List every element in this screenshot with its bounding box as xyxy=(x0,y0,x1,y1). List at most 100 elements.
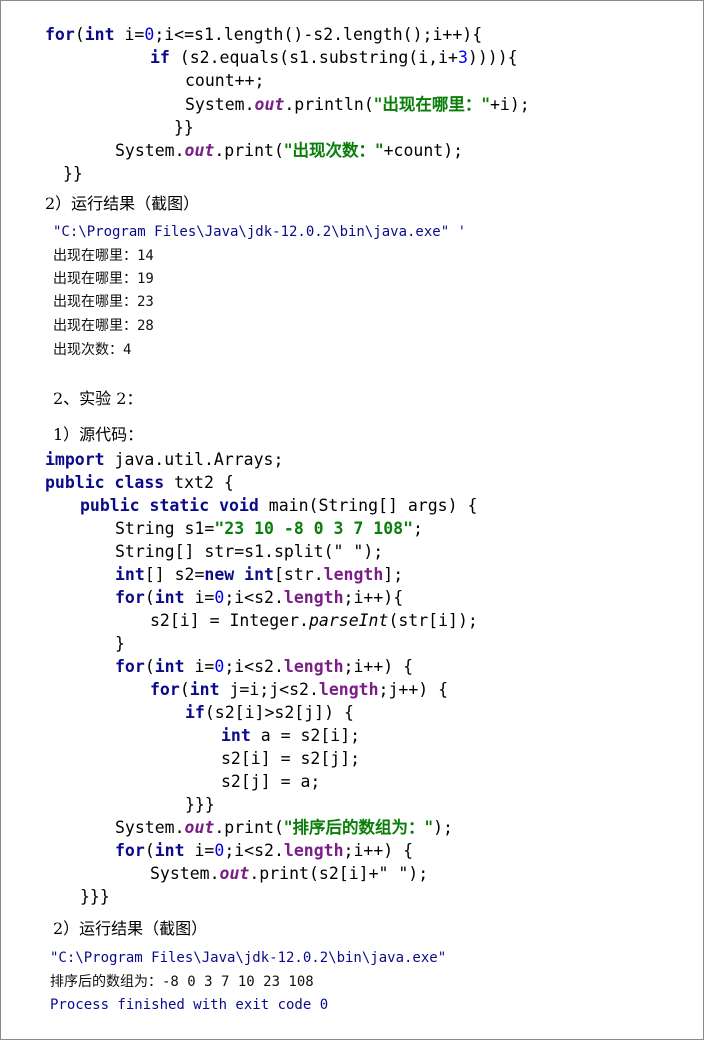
code-text: [str. xyxy=(273,565,324,584)
code-line-count: count++; xyxy=(185,71,265,90)
number-literal: 0 xyxy=(144,25,155,44)
code-line-split: String[] str=s1.split(" "); xyxy=(115,542,384,561)
keyword: public xyxy=(45,473,105,492)
console-label: 排序后的数组为： xyxy=(50,974,162,990)
code-text: i= xyxy=(184,841,215,860)
section-heading-source-code: 1）源代码： xyxy=(53,425,144,444)
code-text: ;i<s2. xyxy=(224,841,284,860)
code-line-for-inner: for(int j=i;j<s2.length;j++) { xyxy=(150,678,448,701)
screenshot-cut-edge xyxy=(49,363,379,369)
code-text: ); xyxy=(433,818,453,837)
code-text: +i); xyxy=(489,95,530,114)
code-line-if: if (s2.equals(s1.substring(i,i+3)))){ xyxy=(150,46,518,69)
string-literal: "23 10 -8 0 3 7 108" xyxy=(214,519,414,538)
keyword: import xyxy=(45,450,105,469)
string-literal: "出现次数：" xyxy=(283,141,384,160)
code-text: j=i;j<s2. xyxy=(219,680,319,699)
number-literal: 0 xyxy=(214,588,225,607)
code-text: [] s2= xyxy=(144,565,205,584)
code-line-swap-a: int a = s2[i]; xyxy=(221,724,360,747)
code-line-s1: String s1="23 10 -8 0 3 7 108"; xyxy=(115,517,423,540)
console-value: 23 xyxy=(137,294,154,310)
code-text: ( xyxy=(144,841,155,860)
code-line-close-brace: } xyxy=(115,634,125,653)
console-exit-line: Process finished with exit code 0 xyxy=(50,997,329,1013)
code-text: ; xyxy=(413,519,423,538)
console-line: 出现在哪里：19 xyxy=(53,268,154,292)
code-text: ]; xyxy=(383,565,404,584)
console-sorted-line: 排序后的数组为：-8 0 3 7 10 23 108 xyxy=(50,971,314,995)
code-text: ;i++){ xyxy=(343,588,404,607)
number-literal: 3 xyxy=(457,48,468,67)
console-value: 28 xyxy=(137,318,154,334)
keyword: int xyxy=(154,657,185,676)
code-text: .print(s2[i]+" "); xyxy=(249,864,429,883)
keyword: new xyxy=(204,565,235,584)
string-literal: "排序后的数组为：" xyxy=(283,818,434,837)
code-line-close-braces-3: }}} xyxy=(185,795,215,814)
code-line-close-braces-4: }}} xyxy=(80,887,110,906)
code-text: java.util.Arrays; xyxy=(104,450,284,469)
field-name: length xyxy=(323,565,384,584)
code-line-print-sorted: System.out.print("排序后的数组为："); xyxy=(115,816,453,839)
code-text: main(String[] args) { xyxy=(258,496,478,515)
keyword: int xyxy=(154,841,185,860)
code-line-swap-b: s2[i] = s2[j]; xyxy=(221,749,361,768)
number-literal: 0 xyxy=(214,841,225,860)
code-text: .println( xyxy=(284,95,374,114)
code-text: ;i<=s1.length()-s2.length();i++){ xyxy=(154,25,483,44)
code-text: s2[i] = Integer. xyxy=(150,611,309,630)
code-text: i= xyxy=(114,25,145,44)
keyword: int xyxy=(115,565,145,584)
code-line-new-array: int[] s2=new int[str.length]; xyxy=(115,563,403,586)
keyword: class xyxy=(114,473,165,492)
code-text: i= xyxy=(184,588,215,607)
keyword: for xyxy=(115,588,145,607)
code-text: System. xyxy=(185,95,255,114)
code-text: System. xyxy=(115,818,185,837)
keyword: public xyxy=(80,496,140,515)
code-text: ( xyxy=(74,25,85,44)
console-value: 14 xyxy=(137,248,154,264)
console-value: 19 xyxy=(137,271,154,287)
keyword: int xyxy=(84,25,115,44)
console-line: 出现在哪里：28 xyxy=(53,315,154,339)
keyword: if xyxy=(150,48,170,67)
console-label: 出现在哪里： xyxy=(53,271,137,287)
code-line-for-loop: for(int i=0;i<=s1.length()-s2.length();i… xyxy=(45,23,482,46)
field-name: length xyxy=(283,841,344,860)
console-label: 出现在哪里： xyxy=(53,294,137,310)
code-text: ;i<s2. xyxy=(224,588,284,607)
code-line-close-braces-2: }} xyxy=(63,164,83,183)
string-literal: "出现在哪里：" xyxy=(373,95,490,114)
keyword: for xyxy=(45,25,75,44)
console-line: 出现在哪里：14 xyxy=(53,245,154,269)
section-heading-experiment-2: 2、实验 2： xyxy=(53,389,143,408)
keyword: for xyxy=(115,841,145,860)
code-text: .print( xyxy=(214,141,284,160)
code-text: ( xyxy=(179,680,190,699)
code-text: ;i<s2. xyxy=(224,657,284,676)
console-label: 出现在哪里： xyxy=(53,318,137,334)
console-value: -8 0 3 7 10 23 108 xyxy=(162,974,314,990)
code-line-if-compare: if(s2[i]>s2[j]) { xyxy=(185,701,354,724)
code-text: ( xyxy=(144,657,155,676)
code-line-class: public class txt2 { xyxy=(45,471,234,494)
keyword: for xyxy=(115,657,145,676)
console-line: 出现次数：4 xyxy=(53,339,131,363)
section-heading-run-result-2: 2）运行结果（截图） xyxy=(53,919,208,938)
code-line-println: System.out.println("出现在哪里："+i); xyxy=(185,93,530,116)
code-line-parseint: s2[i] = Integer.parseInt(str[i]); xyxy=(150,609,478,632)
field-name: out xyxy=(184,141,215,160)
console-path-2: "C:\Program Files\Java\jdk-12.0.2\bin\ja… xyxy=(50,950,447,966)
console-label: 出现次数： xyxy=(53,342,123,358)
code-text: ;j++) { xyxy=(378,680,449,699)
code-text: (s2[i]>s2[j]) { xyxy=(204,703,354,722)
code-line-import: import java.util.Arrays; xyxy=(45,448,283,471)
console-label: 出现在哪里： xyxy=(53,248,137,264)
number-literal: 0 xyxy=(214,657,225,676)
